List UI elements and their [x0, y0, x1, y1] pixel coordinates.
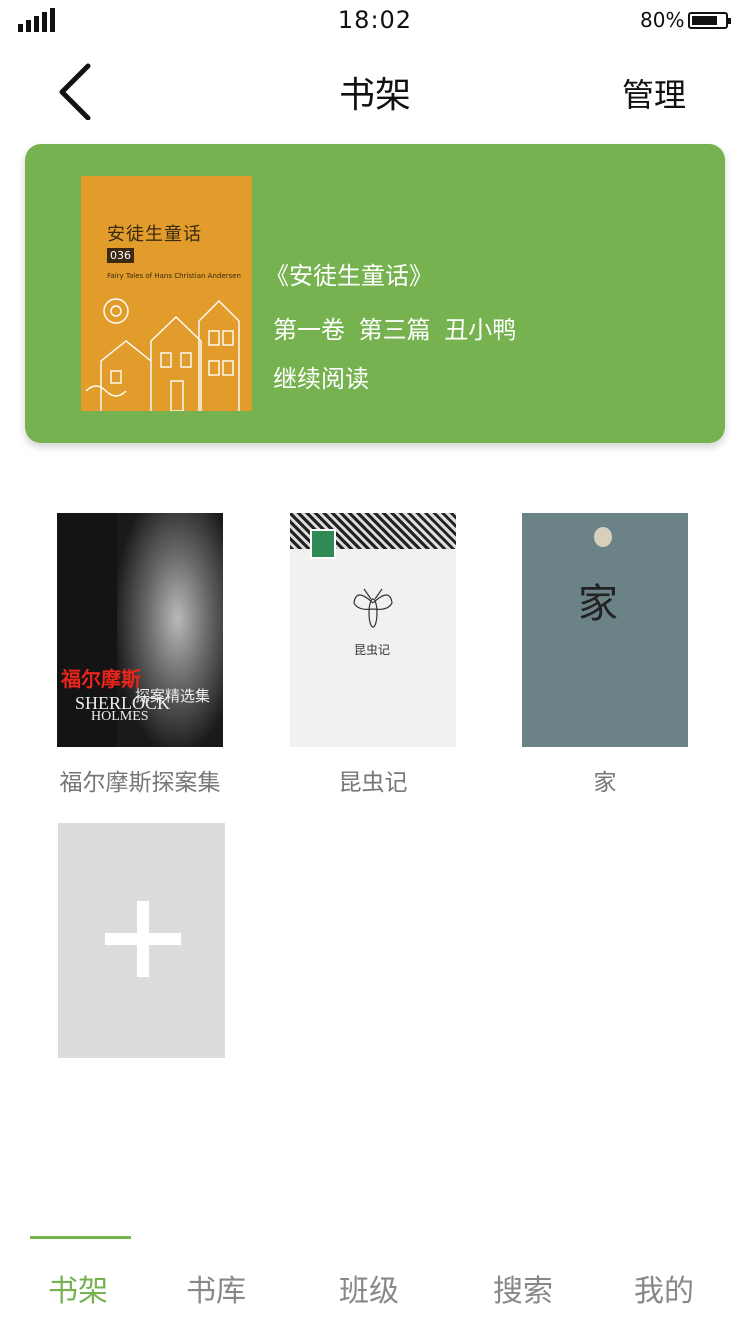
battery-percent: 80%	[640, 8, 685, 32]
status-bar: 18:02 80%	[0, 0, 750, 42]
continue-reading-button[interactable]: 继续阅读	[273, 359, 369, 394]
recent-reading-card[interactable]: 安徒生童话 036 Fairy Tales of Hans Christian …	[25, 144, 725, 443]
cover-title: 昆虫记	[354, 643, 391, 657]
book-label[interactable]: 家	[485, 763, 725, 797]
book-label[interactable]: 昆虫记	[253, 763, 493, 797]
recent-book-cover[interactable]: 安徒生童话 036 Fairy Tales of Hans Christian …	[81, 176, 252, 411]
recent-cover-number: 036	[107, 248, 134, 263]
cover-title: 家	[578, 581, 618, 627]
cover-en-subtitle: HOLMES	[91, 709, 149, 724]
author-portrait	[594, 527, 612, 547]
cover-title: 福尔摩斯	[61, 667, 141, 691]
tab-search[interactable]: 搜索	[493, 1266, 553, 1310]
recent-cover-title: 安徒生童话	[107, 224, 202, 245]
manage-button[interactable]: 管理	[622, 70, 686, 116]
tab-mine[interactable]: 我的	[634, 1266, 694, 1310]
book-cover[interactable]: 福尔摩斯 SHERLOCK 探案精选集 HOLMES	[57, 513, 223, 747]
book-cover[interactable]: 昆虫记	[290, 513, 456, 747]
insect-icon	[353, 588, 393, 628]
active-tab-indicator	[30, 1236, 131, 1239]
tab-bookshelf[interactable]: 书架	[48, 1266, 108, 1310]
stamp-icon	[310, 529, 336, 559]
book-label[interactable]: 福尔摩斯探案集	[20, 763, 260, 797]
battery-icon	[688, 12, 731, 29]
house-illustration	[85, 298, 240, 411]
tab-class[interactable]: 班级	[339, 1266, 399, 1310]
nav-bar: 书架 管理	[0, 50, 750, 130]
book-cover[interactable]: 家	[522, 513, 688, 747]
cover-subtitle: 探案精选集	[135, 687, 211, 705]
add-book-button[interactable]	[58, 823, 225, 1058]
bottom-tab-bar: 书架 书库 班级 搜索 我的	[0, 1236, 750, 1334]
status-time: 18:02	[337, 6, 413, 34]
recent-book-title: 《安徒生童话》	[265, 262, 433, 290]
tab-library[interactable]: 书库	[186, 1266, 246, 1310]
recent-chapter: 第一卷 第三篇 丑小鸭	[273, 316, 517, 344]
